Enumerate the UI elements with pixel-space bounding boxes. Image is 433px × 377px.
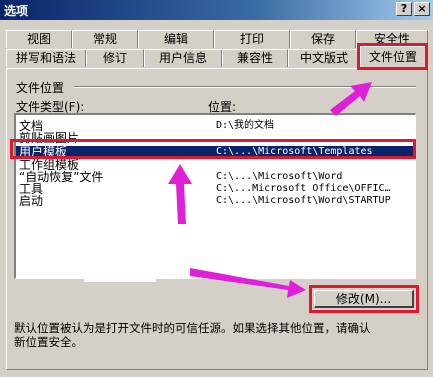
arrow-to-row-icon [168, 164, 192, 224]
arrow-to-button-icon [190, 268, 306, 298]
annotation-arrows [168, 82, 372, 298]
arrow-to-tab-icon [330, 82, 372, 116]
